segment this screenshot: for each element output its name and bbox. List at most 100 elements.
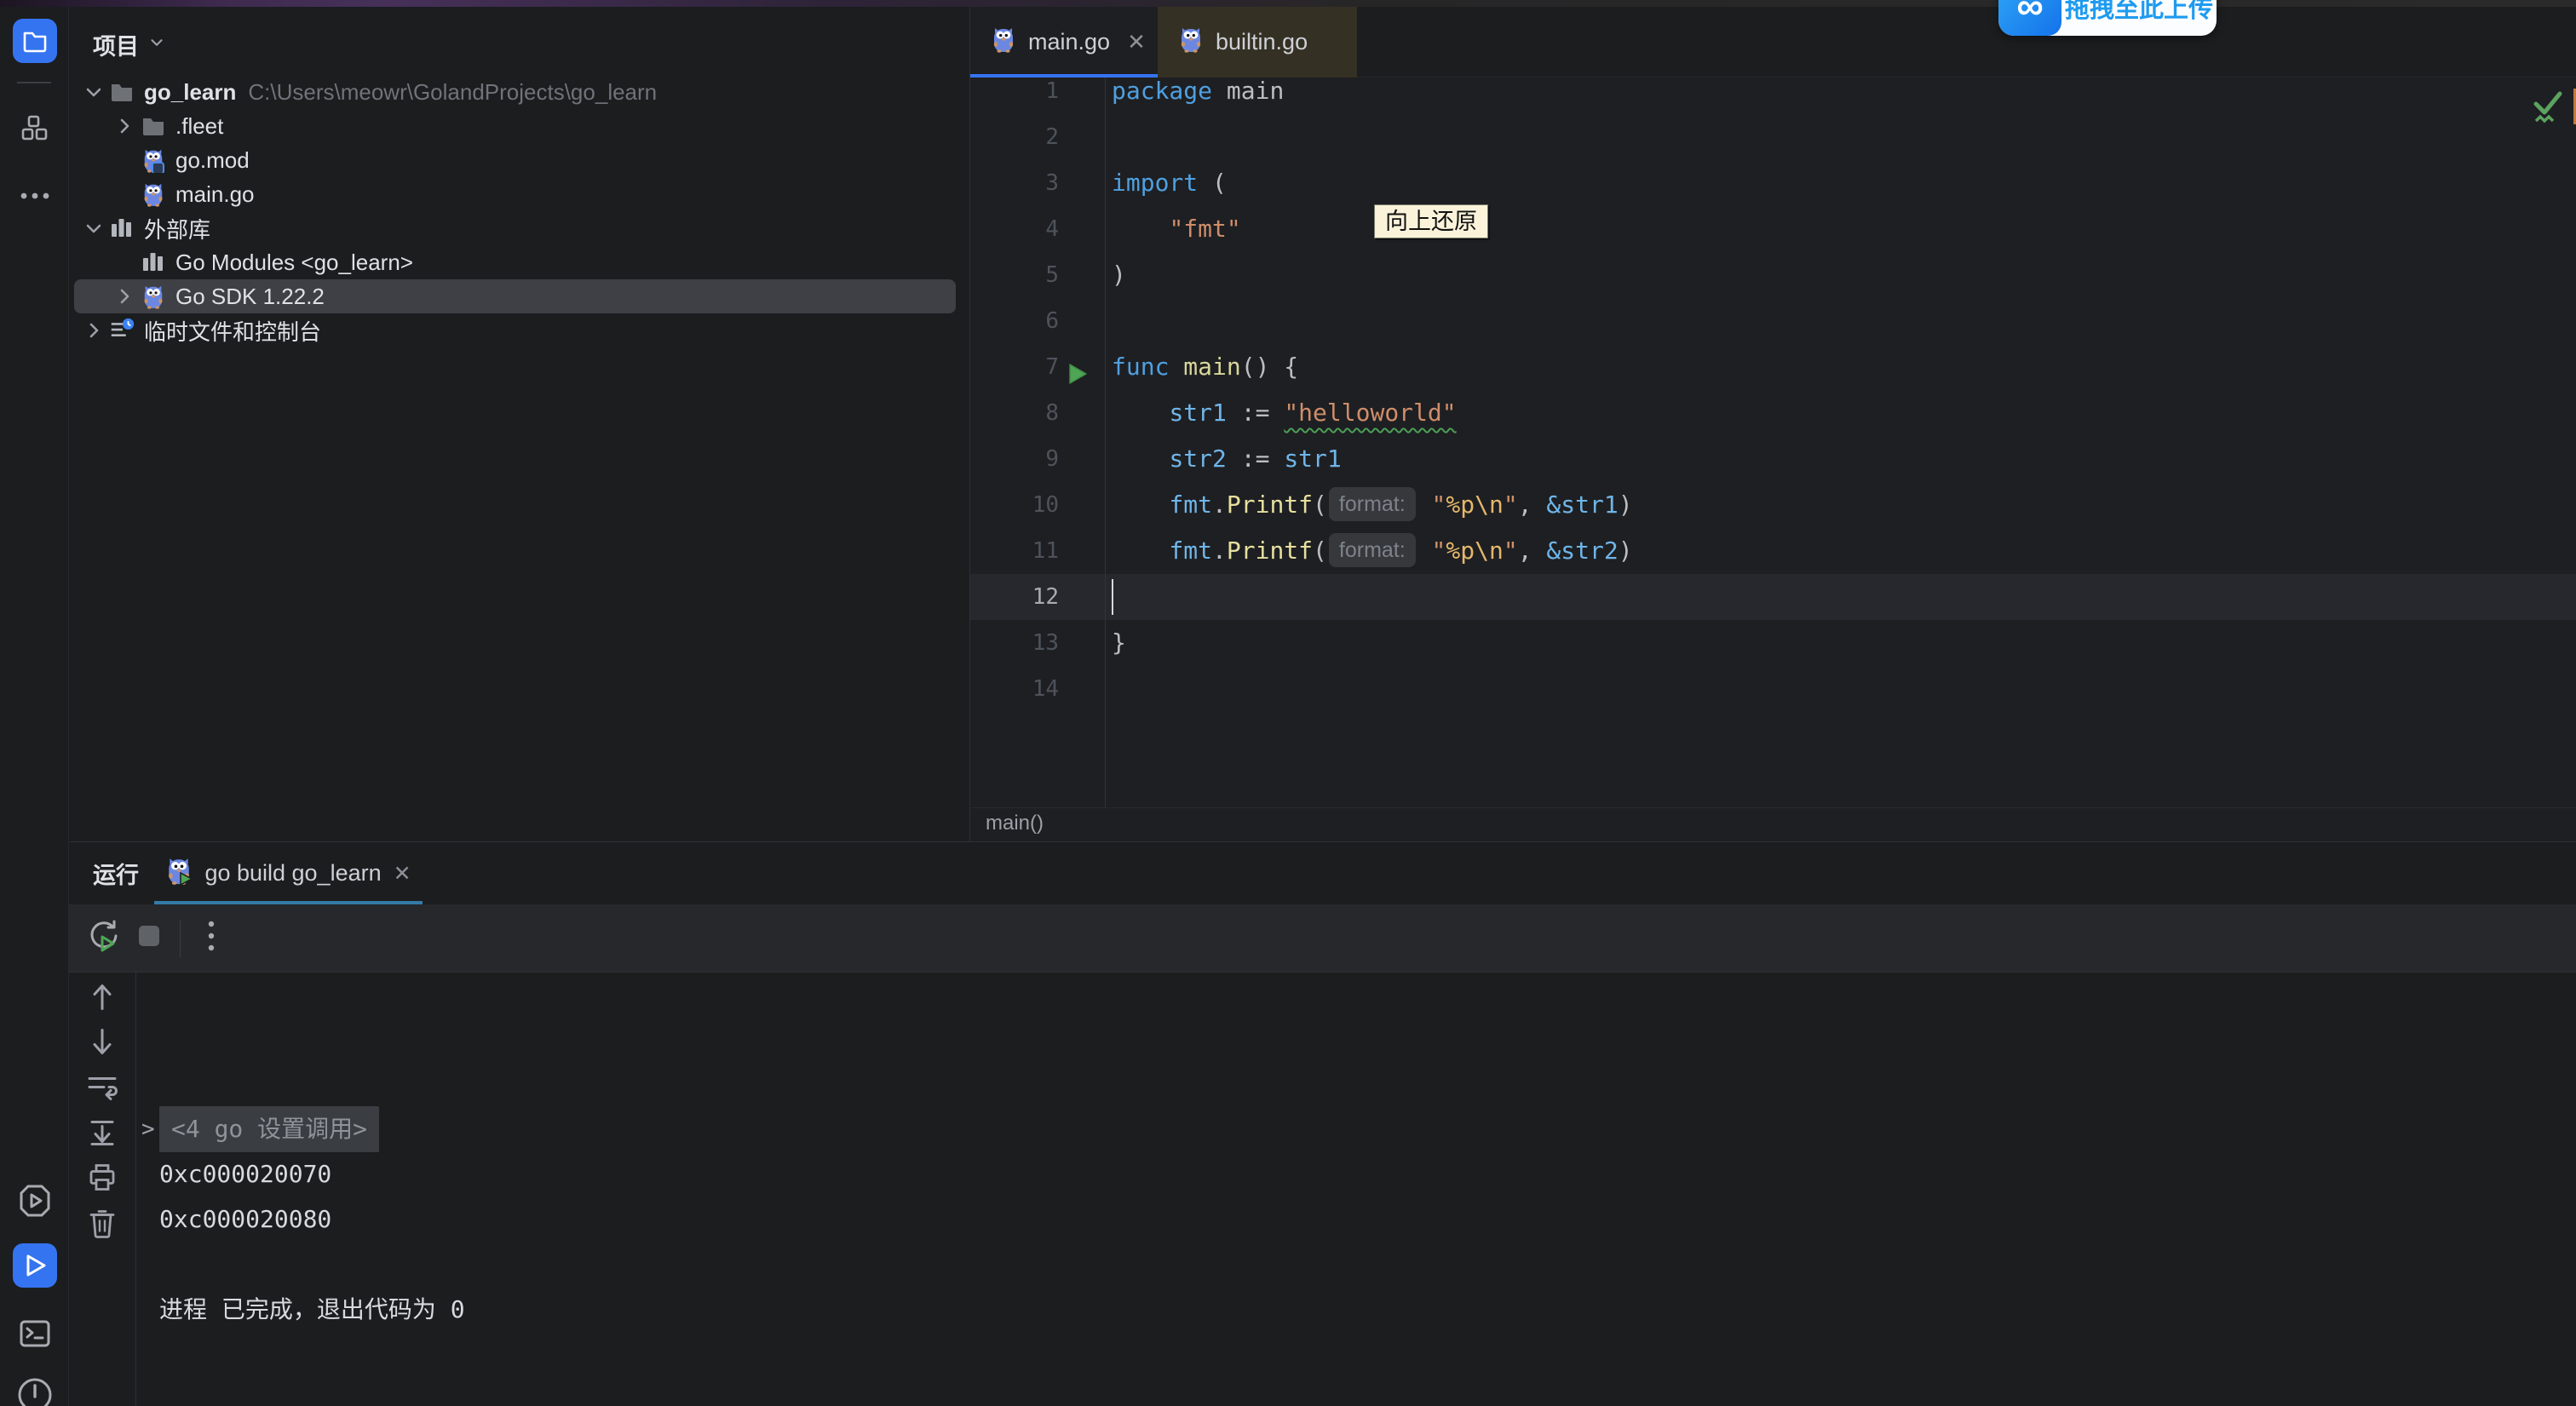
- code-line-10: 10 fmt.Printf(format: "%p\n", &str1): [970, 482, 2576, 528]
- library-icon: [140, 248, 167, 277]
- activity-project-button[interactable]: [13, 19, 57, 63]
- activity-more-button[interactable]: [13, 174, 57, 218]
- code-line-2: 2: [970, 114, 2576, 160]
- chevron-down-icon[interactable]: [83, 217, 105, 239]
- code-text: "fmt": [1112, 206, 1241, 252]
- line-number[interactable]: 7: [970, 344, 1059, 390]
- console-line: 0xc000020070: [159, 1151, 331, 1197]
- console-output[interactable]: ><4 go 设置调用>0xc0000200700xc000020080进程 已…: [69, 973, 2576, 1406]
- chevron-right-icon[interactable]: [113, 285, 135, 307]
- terminal-icon: [18, 1317, 52, 1351]
- console-folded-line[interactable]: <4 go 设置调用>: [159, 1106, 379, 1152]
- toolbar-separator: [180, 920, 181, 957]
- code-line-7: 7 func main() {: [970, 344, 2576, 390]
- editor-tab-builtin.go[interactable]: builtin.go: [1158, 7, 1357, 77]
- hexagon-play-icon: [16, 1182, 54, 1219]
- code-line-13: 13}: [970, 620, 2576, 666]
- tree-row-label: Go Modules <go_learn>: [175, 250, 413, 276]
- fold-chevron-icon[interactable]: >: [141, 1106, 155, 1152]
- editor-tab-label: main.go: [1028, 29, 1110, 55]
- code-text: ): [1112, 252, 1126, 298]
- tree-row--[interactable]: 临时文件和控制台: [69, 313, 968, 347]
- code-line-11: 11 fmt.Printf(format: "%p\n", &str2): [970, 528, 2576, 574]
- close-icon[interactable]: ✕: [1127, 29, 1146, 55]
- gutter-border: [1105, 77, 1106, 807]
- run-tab-label: go build go_learn: [204, 860, 381, 887]
- line-number[interactable]: 3: [970, 160, 1059, 206]
- structure-icon: [20, 113, 49, 142]
- more-button[interactable]: [189, 916, 233, 961]
- tree-row-go-learn[interactable]: go_learnC:\Users\meowr\GolandProjects\go…: [69, 75, 968, 109]
- project-tree: go_learnC:\Users\meowr\GolandProjects\go…: [69, 7, 968, 841]
- code-text: func main() {: [1112, 344, 1298, 390]
- line-number[interactable]: 2: [970, 114, 1059, 160]
- library-icon: [108, 214, 135, 243]
- gopher-icon: [140, 180, 167, 209]
- code-line-6: 6: [970, 298, 2576, 344]
- activity-terminal-button[interactable]: [13, 1311, 57, 1356]
- line-number[interactable]: 12: [970, 574, 1059, 620]
- code-text: str2 := str1: [1112, 436, 1342, 482]
- code-area[interactable]: 1package main23import (4 "fmt"5)67func m…: [970, 7, 2576, 801]
- line-number[interactable]: 9: [970, 436, 1059, 482]
- activity-run-button[interactable]: [13, 1243, 57, 1288]
- tree-row-label: go_learnC:\Users\meowr\GolandProjects\go…: [144, 79, 657, 106]
- parameter-hint[interactable]: format:: [1329, 533, 1416, 567]
- activity-profiler-button[interactable]: [13, 1179, 57, 1223]
- breadcrumb-item[interactable]: main(): [986, 812, 1044, 835]
- code-line-3: 3 import (: [970, 160, 2576, 206]
- activity-problems-button[interactable]: [13, 1378, 57, 1406]
- line-number[interactable]: 8: [970, 390, 1059, 436]
- tree-row-label: go.mod: [175, 147, 250, 174]
- kebab-icon: [206, 919, 216, 957]
- stop-button[interactable]: [127, 916, 171, 961]
- editor-tab-label: builtin.go: [1216, 29, 1308, 55]
- breadcrumb[interactable]: main(): [970, 807, 2576, 839]
- activity-structure-button[interactable]: [13, 106, 57, 150]
- tree-row-main.go[interactable]: main.go: [69, 177, 968, 211]
- parameter-hint[interactable]: format:: [1329, 487, 1416, 521]
- run-tab[interactable]: go build go_learn ✕: [154, 842, 423, 904]
- console-line: 0xc000020080: [159, 1197, 331, 1242]
- folder-icon: [140, 112, 167, 141]
- text-caret: [1112, 579, 1113, 615]
- tree-row-.fleet[interactable]: .fleet: [69, 109, 968, 143]
- tree-row-label: 外部库: [144, 213, 210, 244]
- project-panel: 项目 go_learnC:\Users\meowr\GolandProjects…: [69, 7, 968, 841]
- line-number[interactable]: 6: [970, 298, 1059, 344]
- rerun-button[interactable]: [83, 916, 127, 961]
- editor[interactable]: 1package main23import (4 "fmt"5)67func m…: [969, 7, 2576, 841]
- upload-dropzone[interactable]: ∞ 拖拽至此上传: [1998, 0, 2217, 36]
- line-number[interactable]: 4: [970, 206, 1059, 252]
- run-panel-title: 运行: [93, 842, 139, 904]
- tree-row-go.mod[interactable]: go.mod: [69, 143, 968, 177]
- line-number[interactable]: 10: [970, 482, 1059, 528]
- close-icon[interactable]: ✕: [394, 861, 411, 887]
- code-text: str1 := "helloworld": [1112, 390, 1457, 436]
- run-panel: 运行 go build go_learn ✕ ><4 go 设置调用>0xc00…: [69, 841, 2576, 1406]
- code-line-9: 9 str2 := str1: [970, 436, 2576, 482]
- more-icon: [20, 192, 50, 200]
- tree-row-label: .fleet: [175, 113, 223, 140]
- stop-icon: [135, 921, 164, 955]
- chevron-right-icon[interactable]: [113, 115, 135, 137]
- tree-row-go-sdk-1.22.2[interactable]: Go SDK 1.22.2: [69, 279, 968, 313]
- chevron-right-icon[interactable]: [83, 319, 105, 341]
- upload-dropzone-label: 拖拽至此上传: [2061, 0, 2217, 36]
- line-number[interactable]: 14: [970, 666, 1059, 712]
- tree-row-go-modules-go-learn-[interactable]: Go Modules <go_learn>: [69, 245, 968, 279]
- code-text: import (: [1112, 160, 1227, 206]
- tree-row--[interactable]: 外部库: [69, 211, 968, 245]
- activity-bar: [0, 7, 69, 1406]
- line-number[interactable]: 13: [970, 620, 1059, 666]
- tree-row-label: main.go: [175, 181, 255, 208]
- inspection-ok-icon: [2529, 85, 2567, 132]
- inspection-widget[interactable]: 1: [2529, 85, 2576, 132]
- line-number[interactable]: 11: [970, 528, 1059, 574]
- gopher-run-icon: [165, 856, 193, 891]
- chevron-down-icon[interactable]: [83, 81, 105, 103]
- line-number[interactable]: 5: [970, 252, 1059, 298]
- editor-tab-main.go[interactable]: main.go ✕: [970, 7, 1158, 77]
- code-line-8: 8 str1 := "helloworld": [970, 390, 2576, 436]
- code-text: fmt.Printf(format: "%p\n", &str1): [1112, 482, 1633, 528]
